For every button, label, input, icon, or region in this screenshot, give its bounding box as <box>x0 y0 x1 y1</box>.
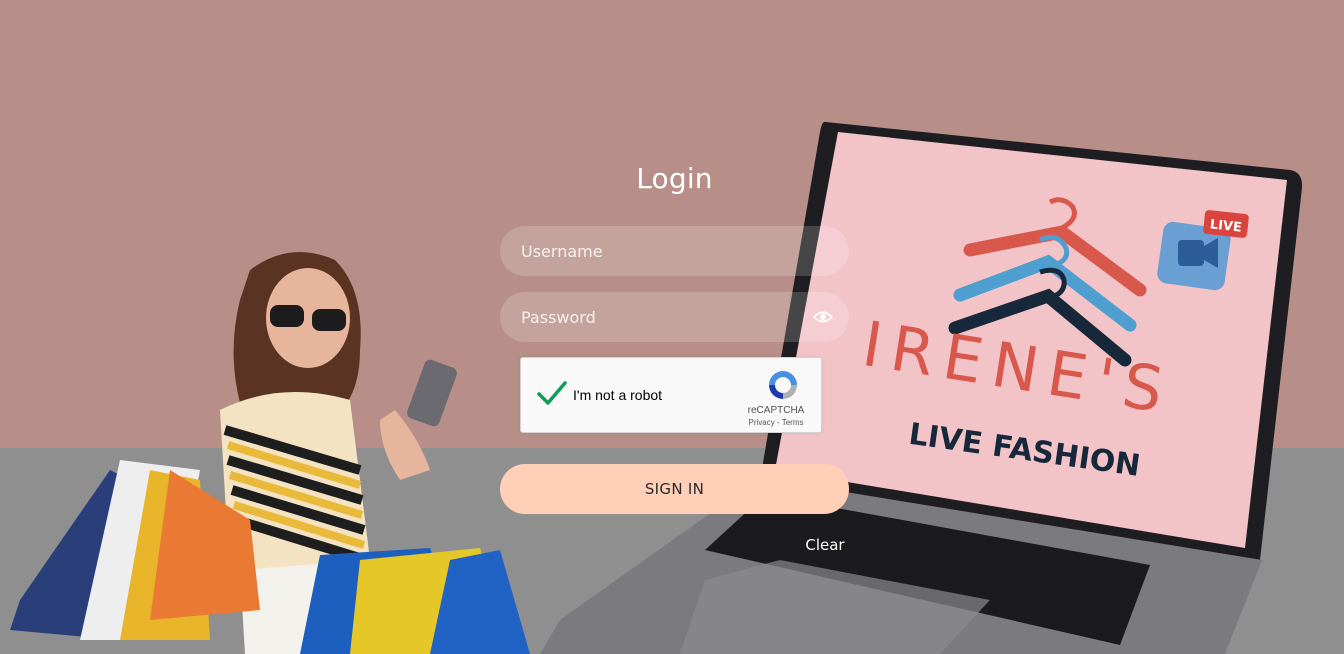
recaptcha-brand: reCAPTCHA <box>747 405 805 416</box>
recaptcha-links-separator: - <box>774 418 782 427</box>
recaptcha-privacy-link[interactable]: Privacy <box>749 418 775 427</box>
recaptcha-links: Privacy - Terms <box>741 418 811 427</box>
recaptcha-checkmark-icon[interactable] <box>537 380 567 406</box>
password-input[interactable] <box>500 292 849 342</box>
password-field-container <box>500 292 849 342</box>
recaptcha-terms-link[interactable]: Terms <box>782 418 804 427</box>
login-form: Login I'm not a robot reCAPTCHA Privacy … <box>0 0 1344 654</box>
recaptcha-label: I'm not a robot <box>573 387 663 403</box>
recaptcha-widget: I'm not a robot reCAPTCHA Privacy - Term… <box>520 357 822 433</box>
username-input[interactable] <box>500 226 849 276</box>
page-title: Login <box>636 162 713 195</box>
clear-link[interactable]: Clear <box>790 536 860 554</box>
show-password-eye-icon[interactable] <box>813 308 833 326</box>
sign-in-button[interactable]: SIGN IN <box>500 464 849 514</box>
recaptcha-logo-icon <box>769 371 797 399</box>
username-field-container <box>500 226 849 276</box>
